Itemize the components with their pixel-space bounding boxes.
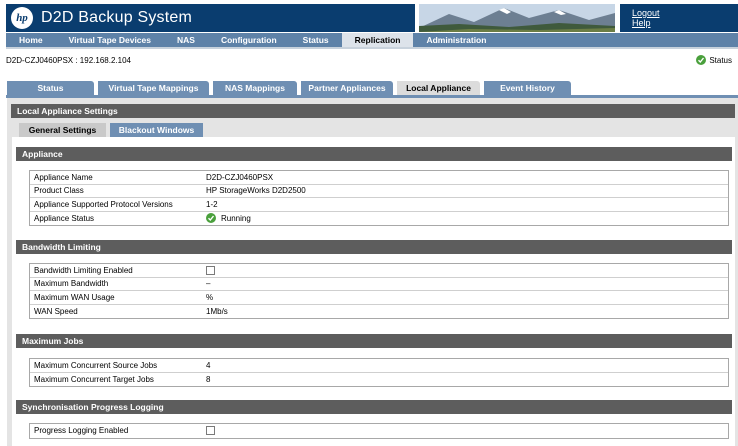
- nav-status[interactable]: Status: [290, 33, 342, 47]
- local-appliance-panel: Local Appliance Settings General Setting…: [7, 98, 738, 446]
- tab-event-history[interactable]: Event History: [484, 81, 571, 95]
- row-label: Progress Logging Enabled: [34, 426, 129, 436]
- bandwidth-table: Bandwidth Limiting Enabled Maximum Bandw…: [29, 263, 729, 319]
- help-link[interactable]: Help: [632, 18, 738, 28]
- subtab-blackout-windows[interactable]: Blackout Windows: [110, 123, 203, 137]
- progress-logging-enabled-cell: [206, 426, 728, 436]
- replication-tabs: Status Virtual Tape Mappings NAS Mapping…: [7, 81, 575, 95]
- table-row: Maximum Concurrent Target Jobs 8: [30, 373, 728, 387]
- table-row: Bandwidth Limiting Enabled: [30, 264, 728, 278]
- row-label: Bandwidth Limiting Enabled: [34, 265, 133, 275]
- table-row: Maximum WAN Usage %: [30, 291, 728, 305]
- nav-administration[interactable]: Administration: [413, 33, 499, 47]
- host-identifier: D2D-CZJ0460PSX : 192.168.2.104: [6, 56, 131, 65]
- max-source-jobs-value: 4: [206, 360, 211, 370]
- sync-table: Progress Logging Enabled: [29, 423, 729, 439]
- row-label: Appliance Supported Protocol Versions: [34, 199, 173, 209]
- tab-nas-mappings[interactable]: NAS Mappings: [213, 81, 297, 95]
- app-title: D2D Backup System: [41, 9, 193, 26]
- maximum-bandwidth-value: –: [206, 279, 211, 289]
- product-class-value: HP StorageWorks D2D2500: [206, 186, 306, 196]
- row-label: Maximum WAN Usage: [34, 292, 115, 302]
- row-label: Appliance Name: [34, 172, 93, 182]
- nav-divider: [6, 47, 738, 49]
- table-row: Maximum Concurrent Source Jobs 4: [30, 359, 728, 373]
- appliance-name-value: D2D-CZJ0460PSX: [206, 172, 274, 182]
- progress-logging-checkbox[interactable]: [206, 426, 215, 436]
- nav-configuration[interactable]: Configuration: [208, 33, 290, 47]
- bandwidth-limiting-enabled-cell: [206, 265, 728, 275]
- hp-logo-text: hp: [16, 12, 28, 24]
- table-row: Appliance Status Running: [30, 212, 728, 226]
- section-appliance-title: Appliance: [16, 147, 732, 161]
- mountain-landscape-image: [419, 4, 615, 32]
- max-target-jobs-value: 8: [206, 374, 211, 384]
- global-status[interactable]: Status: [696, 55, 732, 65]
- section-sync-title: Synchronisation Progress Logging: [16, 400, 732, 414]
- maximum-wan-usage-value: %: [206, 292, 214, 302]
- bandwidth-limiting-checkbox[interactable]: [206, 265, 215, 275]
- global-status-label: Status: [709, 55, 732, 65]
- top-links: Logout Help: [620, 4, 738, 32]
- nav-virtual-tape-devices[interactable]: Virtual Tape Devices: [56, 33, 164, 47]
- section-bandwidth-title: Bandwidth Limiting: [16, 240, 732, 254]
- row-label: Maximum Concurrent Source Jobs: [34, 360, 158, 370]
- section-jobs-title: Maximum Jobs: [16, 334, 732, 348]
- row-label: Maximum Concurrent Target Jobs: [34, 374, 154, 384]
- check-circle-icon: [206, 213, 216, 224]
- table-row: WAN Speed 1Mb/s: [30, 305, 728, 319]
- jobs-table: Maximum Concurrent Source Jobs 4 Maximum…: [29, 358, 729, 387]
- mountain-landscape-svg: [419, 4, 615, 32]
- main-nav: Home Virtual Tape Devices NAS Configurat…: [6, 33, 738, 47]
- settings-subtabs: General Settings Blackout Windows: [19, 123, 207, 137]
- app-header: hp D2D Backup System Logout Help: [0, 0, 738, 34]
- table-row: Maximum Bandwidth –: [30, 278, 728, 291]
- wan-speed-value: 1Mb/s: [206, 306, 228, 316]
- hp-logo-icon: hp: [11, 7, 33, 29]
- table-row: Progress Logging Enabled: [30, 424, 728, 438]
- subtab-general-settings[interactable]: General Settings: [19, 123, 106, 137]
- tab-local-appliance[interactable]: Local Appliance: [397, 81, 480, 95]
- appliance-status-value: Running: [206, 213, 728, 224]
- panel-title: Local Appliance Settings: [11, 104, 735, 118]
- row-label: Appliance Status: [34, 213, 95, 223]
- appliance-table: Appliance Name D2D-CZJ0460PSX Product Cl…: [29, 170, 729, 226]
- tab-partner-appliances[interactable]: Partner Appliances: [301, 81, 393, 95]
- logout-link[interactable]: Logout: [632, 8, 738, 18]
- brand-bar: hp D2D Backup System: [6, 4, 415, 32]
- row-label: Product Class: [34, 186, 84, 196]
- row-label: Maximum Bandwidth: [34, 279, 109, 289]
- nav-nas[interactable]: NAS: [164, 33, 208, 47]
- nav-home[interactable]: Home: [6, 33, 56, 47]
- table-row: Appliance Name D2D-CZJ0460PSX: [30, 171, 728, 185]
- table-row: Product Class HP StorageWorks D2D2500: [30, 185, 728, 198]
- appliance-status-text: Running: [221, 213, 251, 223]
- row-label: WAN Speed: [34, 306, 78, 316]
- table-row: Appliance Supported Protocol Versions 1-…: [30, 198, 728, 212]
- nav-replication[interactable]: Replication: [341, 33, 414, 47]
- tab-status[interactable]: Status: [7, 81, 94, 95]
- check-circle-icon: [696, 55, 707, 65]
- settings-content: Appliance Appliance Name D2D-CZJ0460PSX …: [12, 137, 735, 446]
- tab-virtual-tape-mappings[interactable]: Virtual Tape Mappings: [98, 81, 209, 95]
- protocol-versions-value: 1-2: [206, 199, 218, 209]
